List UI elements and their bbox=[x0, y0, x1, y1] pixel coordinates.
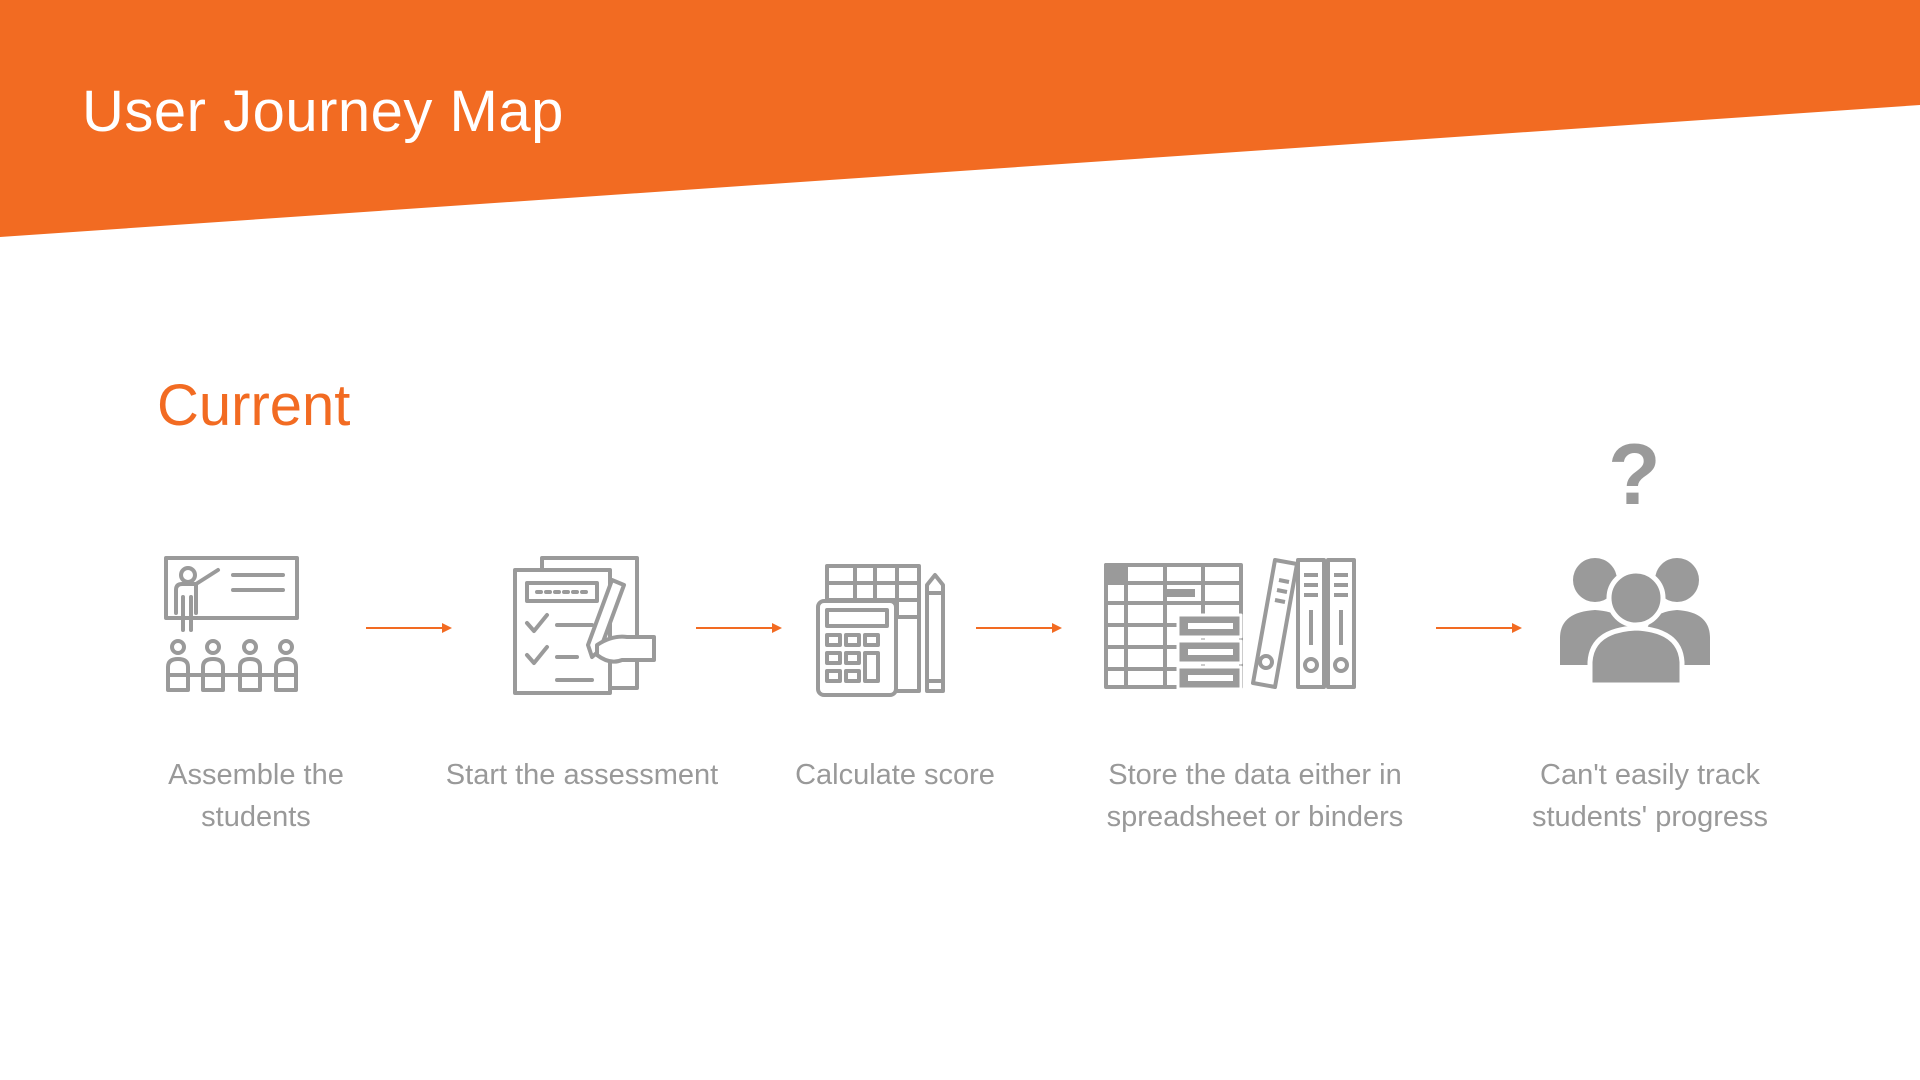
step-label-calculate: Calculate score bbox=[795, 759, 995, 791]
step-label-track-progress: Can't easily track students' progress bbox=[1531, 759, 1769, 833]
step-label-store-data: Store the data either in spreadsheet or … bbox=[1106, 759, 1404, 833]
flow-arrow bbox=[696, 623, 782, 633]
section-heading: Current bbox=[157, 373, 351, 438]
assessment-form-icon bbox=[512, 555, 657, 695]
step-label-assemble: Assemble the students bbox=[168, 759, 344, 833]
confused-group-icon bbox=[1560, 550, 1720, 685]
step-label-start-assessment: Start the assessment bbox=[445, 759, 719, 791]
flow-arrow bbox=[1436, 623, 1522, 633]
spreadsheet-binders-icon bbox=[1103, 555, 1398, 695]
calculator-icon bbox=[815, 563, 945, 698]
flow-arrow bbox=[366, 623, 452, 633]
flow-arrow bbox=[976, 623, 1062, 633]
page-title: User Journey Map bbox=[82, 79, 564, 144]
question-mark-icon: ? bbox=[1608, 427, 1661, 523]
teacher-classroom-icon bbox=[163, 555, 303, 695]
